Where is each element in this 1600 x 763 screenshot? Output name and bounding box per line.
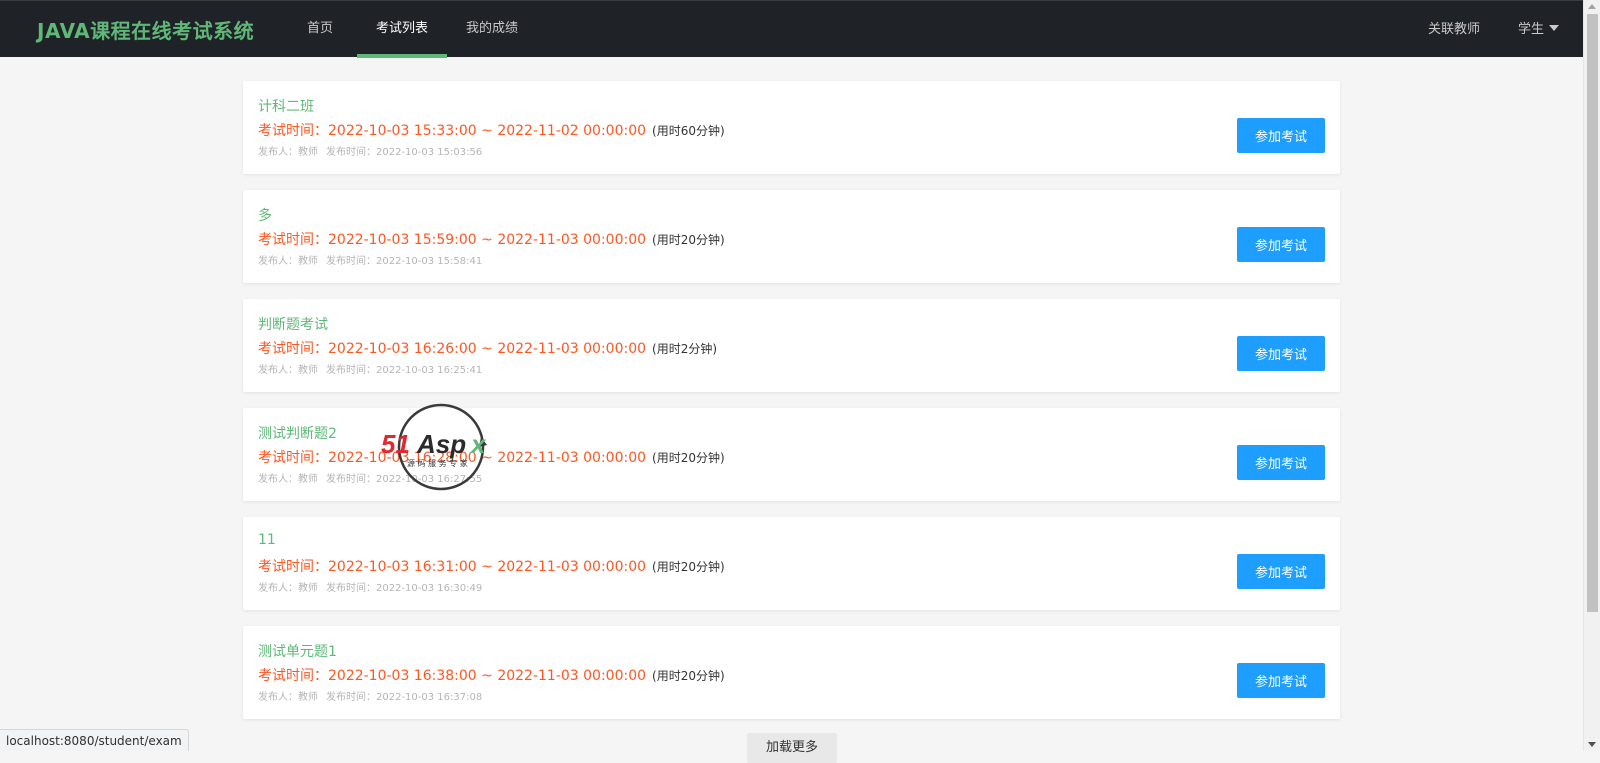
watermark-logo: 51 Asp x 源 码 服 务 专 家: [381, 403, 511, 495]
svg-text:x: x: [469, 429, 487, 459]
exam-card: 计科二班 考试时间：2022-10-03 15:33:00 ~ 2022-11-…: [243, 81, 1340, 174]
nav-exam-list[interactable]: 考试列表: [357, 1, 447, 58]
exam-time-range: 2022-10-03 16:38:00 ~ 2022-11-03 00:00:0…: [328, 668, 646, 684]
user-menu[interactable]: 学生: [1518, 1, 1559, 58]
exam-time: 考试时间：2022-10-03 16:26:00 ~ 2022-11-03 00…: [258, 338, 717, 358]
exam-duration: (用时20分钟): [652, 233, 725, 247]
exam-time-label: 考试时间：: [258, 232, 328, 248]
exam-publisher: 发布人：教师: [258, 583, 318, 594]
exam-card: 多 考试时间：2022-10-03 15:59:00 ~ 2022-11-03 …: [243, 190, 1340, 283]
exam-publisher: 发布人：教师: [258, 365, 318, 376]
exam-duration: (用时2分钟): [652, 342, 717, 356]
exam-publisher: 发布人：教师: [258, 147, 318, 158]
browser-status-url: localhost:8080/student/exam: [0, 729, 189, 751]
exam-time-range: 2022-10-03 16:26:00 ~ 2022-11-03 00:00:0…: [328, 341, 646, 357]
join-exam-button[interactable]: 参加考试: [1237, 227, 1325, 262]
exam-title[interactable]: 多: [258, 205, 272, 225]
exam-time-label: 考试时间：: [258, 450, 328, 466]
exam-meta: 发布人：教师发布时间：2022-10-03 16:25:41: [258, 361, 482, 376]
nav-teacher-link[interactable]: 关联教师: [1428, 1, 1480, 58]
top-navbar: JAVA课程在线考试系统 首页 考试列表 我的成绩 关联教师 学生: [0, 0, 1583, 57]
exam-time-label: 考试时间：: [258, 668, 328, 684]
exam-title[interactable]: 测试单元题1: [258, 641, 337, 661]
exam-time: 考试时间：2022-10-03 15:33:00 ~ 2022-11-02 00…: [258, 120, 725, 140]
svg-text:51: 51: [381, 429, 410, 459]
load-more-button[interactable]: 加载更多: [747, 733, 837, 763]
user-menu-label: 学生: [1518, 22, 1544, 37]
exam-time-label: 考试时间：: [258, 123, 328, 139]
exam-time-range: 2022-10-03 16:31:00 ~ 2022-11-03 00:00:0…: [328, 559, 646, 575]
exam-publisher: 发布人：教师: [258, 692, 318, 703]
svg-text:源 码 服 务 专 家: 源 码 服 务 专 家: [407, 458, 468, 468]
svg-text:Asp: Asp: [416, 429, 466, 459]
scroll-up-icon[interactable]: [1588, 4, 1596, 9]
exam-meta: 发布人：教师发布时间：2022-10-03 16:30:49: [258, 579, 482, 594]
exam-card: 判断题考试 考试时间：2022-10-03 16:26:00 ~ 2022-11…: [243, 299, 1340, 392]
caret-down-icon: [1549, 25, 1559, 31]
join-exam-button[interactable]: 参加考试: [1237, 445, 1325, 480]
nav-home[interactable]: 首页: [300, 1, 340, 58]
exam-duration: (用时20分钟): [652, 669, 725, 683]
join-exam-button[interactable]: 参加考试: [1237, 118, 1325, 153]
exam-title[interactable]: 测试判断题2: [258, 423, 337, 443]
watermark-logo-graphic: 51 Asp x 源 码 服 务 专 家: [381, 403, 511, 495]
exam-time-label: 考试时间：: [258, 341, 328, 357]
exam-publisher: 发布人：教师: [258, 256, 318, 267]
join-exam-button[interactable]: 参加考试: [1237, 554, 1325, 589]
exam-publisher: 发布人：教师: [258, 474, 318, 485]
exam-time-range: 2022-10-03 15:33:00 ~ 2022-11-02 00:00:0…: [328, 123, 646, 139]
exam-publish-time: 发布时间：2022-10-03 16:30:49: [326, 583, 482, 594]
exam-duration: (用时60分钟): [652, 124, 725, 138]
exam-time: 考试时间：2022-10-03 15:59:00 ~ 2022-11-03 00…: [258, 229, 725, 249]
exam-time: 考试时间：2022-10-03 16:38:00 ~ 2022-11-03 00…: [258, 665, 725, 685]
scrollbar-thumb[interactable]: [1587, 14, 1598, 612]
exam-title[interactable]: 计科二班: [258, 96, 314, 116]
exam-title[interactable]: 判断题考试: [258, 314, 328, 334]
exam-time: 考试时间：2022-10-03 16:31:00 ~ 2022-11-03 00…: [258, 556, 725, 576]
join-exam-button[interactable]: 参加考试: [1237, 336, 1325, 371]
exam-meta: 发布人：教师发布时间：2022-10-03 15:03:56: [258, 143, 482, 158]
exam-publish-time: 发布时间：2022-10-03 15:58:41: [326, 256, 482, 267]
join-exam-button[interactable]: 参加考试: [1237, 663, 1325, 698]
exam-title[interactable]: 11: [258, 532, 276, 548]
nav-my-scores[interactable]: 我的成绩: [460, 1, 524, 58]
brand-title[interactable]: JAVA课程在线考试系统: [37, 15, 254, 44]
exam-time-label: 考试时间：: [258, 559, 328, 575]
exam-duration: (用时20分钟): [652, 451, 725, 465]
exam-publish-time: 发布时间：2022-10-03 16:37:08: [326, 692, 482, 703]
scroll-down-icon[interactable]: [1588, 742, 1596, 747]
exam-card: 测试单元题1 考试时间：2022-10-03 16:38:00 ~ 2022-1…: [243, 626, 1340, 719]
exam-duration: (用时20分钟): [652, 560, 725, 574]
exam-time-range: 2022-10-03 15:59:00 ~ 2022-11-03 00:00:0…: [328, 232, 646, 248]
exam-meta: 发布人：教师发布时间：2022-10-03 15:58:41: [258, 252, 482, 267]
exam-meta: 发布人：教师发布时间：2022-10-03 16:37:08: [258, 688, 482, 703]
exam-card: 11 考试时间：2022-10-03 16:31:00 ~ 2022-11-03…: [243, 517, 1340, 610]
page-scrollbar[interactable]: [1583, 0, 1600, 751]
exam-publish-time: 发布时间：2022-10-03 15:03:56: [326, 147, 482, 158]
exam-publish-time: 发布时间：2022-10-03 16:25:41: [326, 365, 482, 376]
